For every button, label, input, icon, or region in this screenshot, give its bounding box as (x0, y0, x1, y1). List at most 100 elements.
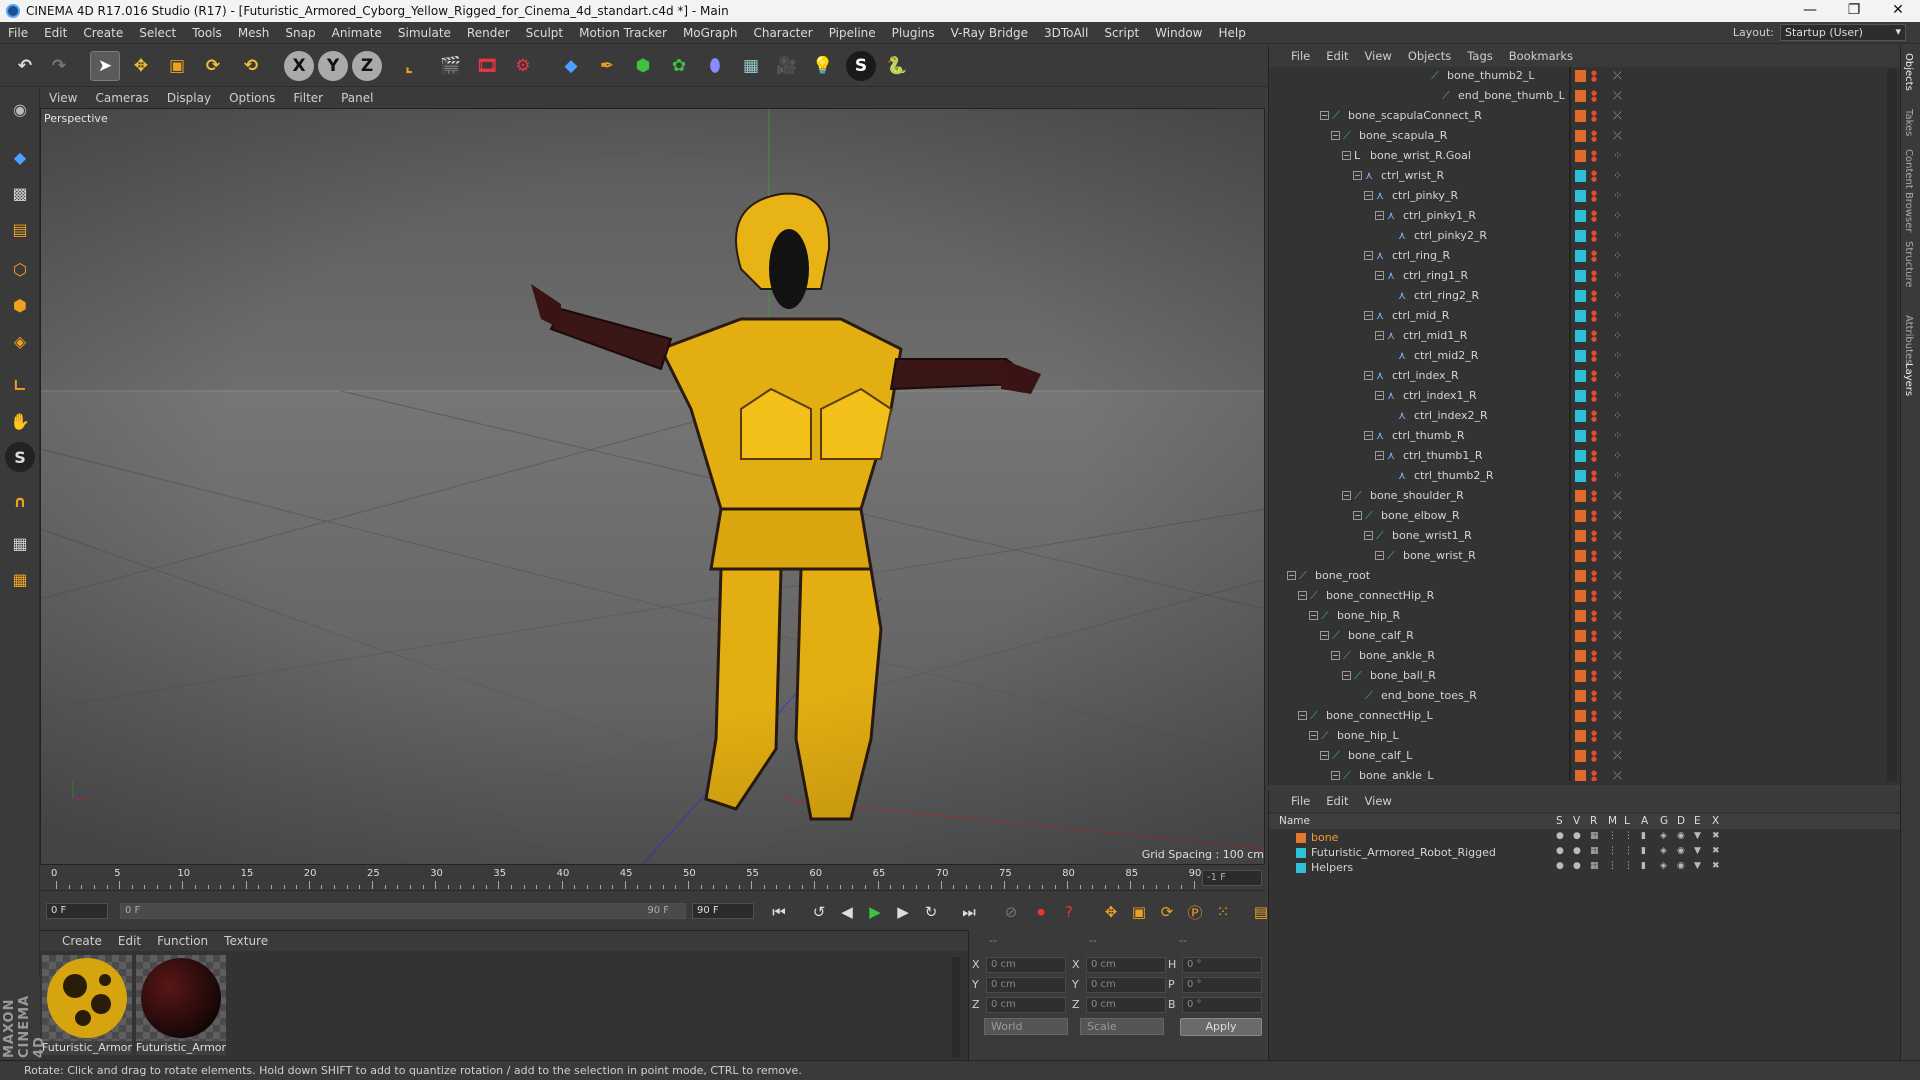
object-menu-edit[interactable]: Edit (1318, 49, 1356, 63)
layer-color-swatch[interactable] (1575, 230, 1586, 242)
ik-tag-icon[interactable]: ⤫ (1613, 689, 1622, 703)
layer-color-swatch[interactable] (1575, 270, 1586, 282)
expand-toggle-icon[interactable]: − (1375, 551, 1384, 560)
coord-field-p[interactable]: 0 ° (1182, 977, 1262, 993)
expand-toggle-icon[interactable]: − (1342, 491, 1351, 500)
visibility-dots-icon[interactable]: ● ● (1591, 650, 1597, 663)
visibility-dots-icon[interactable]: ● ● (1591, 570, 1597, 583)
material-scrollbar[interactable] (952, 957, 960, 1057)
ik-tag-icon[interactable]: ⤫ (1613, 729, 1622, 743)
visibility-dots-icon[interactable]: ● ● (1591, 390, 1597, 403)
constraint-tag-icon[interactable]: ⁘ (1613, 409, 1622, 422)
expand-toggle-icon[interactable]: − (1320, 631, 1329, 640)
layer-toggle-icon[interactable]: ▼ (1694, 861, 1701, 871)
expand-toggle-icon[interactable]: − (1309, 611, 1318, 620)
key-position-icon[interactable]: ✥ (1100, 901, 1122, 923)
ik-tag-icon[interactable]: ⤫ (1613, 649, 1622, 663)
layer-toggle-icon[interactable]: ● (1556, 831, 1564, 841)
material-menu-texture[interactable]: Texture (216, 934, 276, 948)
layer-color-swatch[interactable] (1575, 730, 1586, 742)
dock-tab-objects[interactable]: Objects (1903, 53, 1914, 91)
expand-toggle-icon[interactable]: − (1320, 751, 1329, 760)
menu-pipeline[interactable]: Pipeline (821, 26, 884, 40)
layer-toggle-icon[interactable]: ◈ (1660, 831, 1667, 841)
constraint-tag-icon[interactable]: ⁘ (1613, 369, 1622, 382)
layer-toggle-icon[interactable]: ⋮ (1608, 846, 1617, 856)
key-scale-icon[interactable]: ▣ (1128, 901, 1150, 923)
object-row[interactable]: − ⟋ bone_shoulder_R ● ● ⤫ (1269, 486, 1889, 506)
expand-toggle-icon[interactable]: − (1364, 431, 1373, 440)
layer-toggle-icon[interactable]: ● (1573, 861, 1581, 871)
expand-toggle-icon[interactable]: − (1375, 451, 1384, 460)
plugin-s-icon[interactable]: S (846, 51, 876, 81)
layout-dropdown[interactable]: Startup (User) (1780, 24, 1906, 41)
expand-toggle-icon[interactable]: − (1364, 371, 1373, 380)
visibility-dots-icon[interactable]: ● ● (1591, 330, 1597, 343)
material-swatch-2[interactable]: Futuristic_Armor (136, 955, 226, 1055)
constraint-tag-icon[interactable]: ⁘ (1613, 249, 1622, 262)
layer-color-swatch[interactable] (1575, 490, 1586, 502)
visibility-dots-icon[interactable]: ● ● (1591, 150, 1597, 163)
object-tree-scrollbar[interactable] (1887, 69, 1897, 781)
constraint-tag-icon[interactable]: ⁘ (1613, 449, 1622, 462)
layer-color-swatch[interactable] (1575, 110, 1586, 122)
apply-button[interactable]: Apply (1180, 1018, 1262, 1036)
layer-color-swatch[interactable] (1575, 210, 1586, 222)
object-row[interactable]: − ⟋ bone_ball_R ● ● ⤫ (1269, 666, 1889, 686)
expand-toggle-icon[interactable]: − (1353, 511, 1362, 520)
layer-toggle-icon[interactable]: ▮ (1641, 846, 1646, 856)
constraint-tag-icon[interactable]: ⁘ (1613, 269, 1622, 282)
layer-color-swatch[interactable] (1575, 530, 1586, 542)
constraint-tag-icon[interactable]: ⁘ (1613, 329, 1622, 342)
visibility-dots-icon[interactable]: ● ● (1591, 430, 1597, 443)
visibility-dots-icon[interactable]: ● ● (1591, 370, 1597, 383)
visibility-dots-icon[interactable]: ● ● (1591, 670, 1597, 683)
object-row[interactable]: − ⋏ ctrl_thumb1_R ● ● ⁘ (1269, 446, 1889, 466)
object-row[interactable]: − ⟋ bone_calf_R ● ● ⤫ (1269, 626, 1889, 646)
visibility-dots-icon[interactable]: ● ● (1591, 110, 1597, 123)
floor-icon[interactable]: ▦ (736, 51, 766, 81)
ik-tag-icon[interactable]: ⤫ (1613, 569, 1622, 583)
ik-tag-icon[interactable]: ⤫ (1613, 589, 1622, 603)
layer-toggle-icon[interactable]: ▦ (1590, 861, 1599, 871)
visibility-dots-icon[interactable]: ● ● (1591, 630, 1597, 643)
layer-color-swatch[interactable] (1575, 410, 1586, 422)
layer-toggle-icon[interactable]: ✖ (1712, 846, 1720, 856)
visibility-dots-icon[interactable]: ● ● (1591, 690, 1597, 703)
key-parameter-icon[interactable]: Ⓟ (1184, 901, 1206, 923)
object-row[interactable]: − ⟋ bone_hip_L ● ● ⤫ (1269, 726, 1889, 746)
rotate-icon[interactable]: ⟳ (198, 51, 228, 81)
expand-toggle-icon[interactable]: − (1298, 591, 1307, 600)
visibility-dots-icon[interactable]: ● ● (1591, 210, 1597, 223)
layer-row[interactable]: Helpers ● ● ▦ ⋮ ⋮ ▮ ◈ ◉ ▼ ✖ (1269, 860, 1901, 875)
object-row[interactable]: − ⋏ ctrl_wrist_R ● ● ⁘ (1269, 166, 1889, 186)
object-menu-objects[interactable]: Objects (1400, 49, 1459, 63)
layer-color-swatch[interactable] (1575, 770, 1586, 781)
constraint-tag-icon[interactable]: ⁘ (1613, 309, 1622, 322)
visibility-dots-icon[interactable]: ● ● (1591, 590, 1597, 603)
model-mode-icon[interactable]: ◆ (5, 142, 35, 172)
menu-v-ray-bridge[interactable]: V-Ray Bridge (943, 26, 1036, 40)
layer-color-swatch[interactable] (1575, 90, 1586, 102)
ik-tag-icon[interactable]: ⤫ (1613, 509, 1622, 523)
object-menu-file[interactable]: File (1283, 49, 1318, 63)
minimize-button[interactable]: — (1788, 0, 1832, 22)
visibility-dots-icon[interactable]: ● ● (1591, 550, 1597, 563)
layer-toggle-icon[interactable]: ⋮ (1624, 831, 1633, 841)
constraint-tag-icon[interactable]: ⁘ (1613, 209, 1622, 222)
menu-character[interactable]: Character (745, 26, 820, 40)
ik-tag-icon[interactable]: ⤫ (1613, 709, 1622, 723)
texture-mode-icon[interactable]: ▩ (5, 178, 35, 208)
scale-icon[interactable]: ▣ (162, 51, 192, 81)
ik-tag-icon[interactable]: ⤫ (1613, 769, 1622, 781)
object-row[interactable]: − Lbone_wrist_R.Goal ● ● ⁘ (1269, 146, 1889, 166)
menu-motion-tracker[interactable]: Motion Tracker (571, 26, 675, 40)
select-arrow-icon[interactable]: ➤ (90, 51, 120, 81)
material-menu-function[interactable]: Function (149, 934, 216, 948)
menu-create[interactable]: Create (75, 26, 131, 40)
layer-color-swatch[interactable] (1575, 610, 1586, 622)
layer-color-swatch[interactable] (1575, 570, 1586, 582)
dock-tab-content-browser[interactable]: Content Browser (1903, 149, 1914, 232)
coordinate-system-icon[interactable]: ⌞ (394, 51, 424, 81)
ik-tag-icon[interactable]: ⤫ (1613, 629, 1622, 643)
